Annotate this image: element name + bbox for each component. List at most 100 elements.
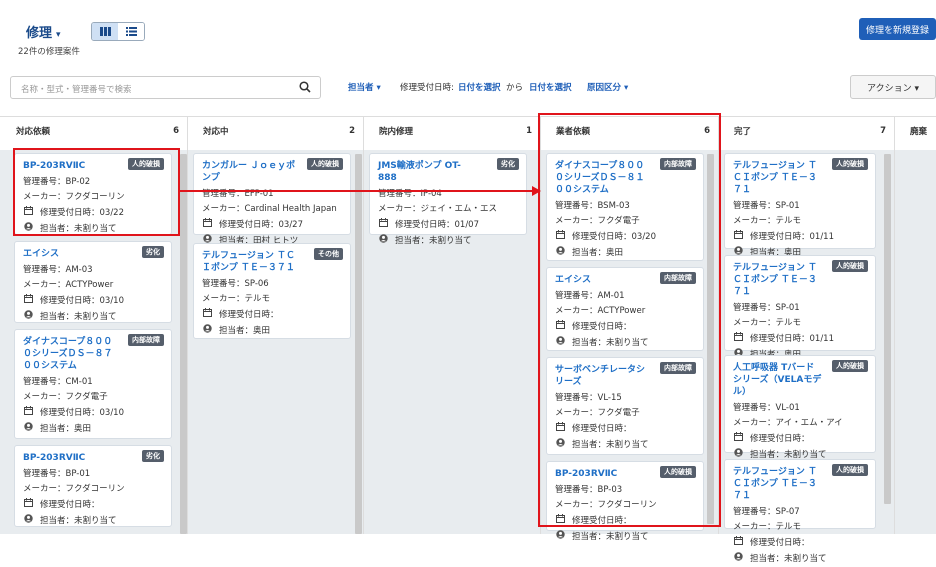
- card-maker: メーカー：フクダコーリン: [23, 484, 125, 494]
- repair-card[interactable]: エイシス 劣化 管理番号：AM-03 メーカー：ACTYPower 修理受付日時：03/…: [14, 241, 172, 323]
- column-count: 6: [173, 126, 179, 136]
- new-repair-button[interactable]: 修理を新規登録: [859, 18, 936, 40]
- column-title: 完了: [734, 127, 752, 137]
- user-icon: [555, 529, 566, 544]
- card-mgmt-number: 管理番号：CM-01: [23, 377, 93, 387]
- calendar-icon: [733, 229, 744, 244]
- action-button[interactable]: アクション ▾: [850, 75, 936, 99]
- cause-badge: 劣化: [142, 246, 164, 258]
- card-mgmt-number: 管理番号：VL-01: [733, 403, 800, 413]
- card-maker: メーカー：フクダ電子: [23, 392, 108, 402]
- card-mgmt-number: 管理番号：AM-03: [23, 265, 93, 275]
- column-body: [894, 150, 936, 534]
- repair-card[interactable]: テルフュージョン ＴＣＩポンプ ＴＥ－３７１ その他 管理番号：SP-06 メーカー：…: [193, 243, 351, 339]
- card-mgmt-number: 管理番号：BP-01: [23, 469, 91, 479]
- card-received-date: 修理受付日時：03/27: [219, 220, 303, 230]
- repair-card[interactable]: テルフュージョン ＴＣＩポンプ ＴＥ－３７１ 人的破損 管理番号：SP-01 メーカー…: [724, 255, 876, 360]
- assignee-filter[interactable]: 担当者 ▾: [348, 81, 381, 93]
- calendar-icon: [733, 331, 744, 346]
- card-received-row: 修理受付日時：03/27: [202, 217, 342, 233]
- card-received-row: 修理受付日時：01/07: [378, 217, 518, 233]
- column-completed: 完了 7 テルフュージョン ＴＣＩポンプ ＴＥ－３７１ 人的破損 管理番号：SP-01 メ…: [718, 117, 894, 564]
- search-input[interactable]: 名称・型式・管理番号で検索: [10, 76, 321, 99]
- calendar-icon: [23, 497, 34, 512]
- repair-card[interactable]: テルフュージョン ＴＣＩポンプ ＴＥ－３７１ 人的破損 管理番号：SP-07 メーカー…: [724, 459, 876, 564]
- card-received-date: 修理受付日時：03/10: [40, 296, 124, 306]
- repair-card[interactable]: BP-203RVⅡC 劣化 管理番号：BP-01 メーカー：フクダコーリン 修理受付日時…: [14, 445, 172, 527]
- column-count: 1: [526, 126, 532, 136]
- card-maker: メーカー：アイ・エム・アイ: [733, 418, 843, 428]
- user-icon: [202, 323, 213, 338]
- column-header: 対応依頼 6: [0, 117, 187, 145]
- card-received-row: 修理受付日時：03/10: [23, 405, 163, 421]
- page-title-dropdown[interactable]: 修理 ▾: [26, 22, 61, 41]
- highlight-source-card: [13, 148, 180, 236]
- column-count: 2: [349, 126, 355, 136]
- repair-card[interactable]: 人工呼吸器 Tバード シリーズ（VELAモデル） 人的破損 管理番号：VL-01 メー…: [724, 355, 876, 460]
- column-header: 廃棄: [894, 117, 936, 145]
- date-to-picker[interactable]: 日付を選択: [529, 81, 572, 93]
- card-assignee: 担当者：未割り当て: [395, 236, 472, 246]
- calendar-icon: [733, 535, 744, 550]
- column-count: 7: [880, 126, 886, 136]
- column-scrollbar[interactable]: [884, 154, 891, 504]
- cause-filter[interactable]: 原因区分 ▾: [587, 81, 628, 93]
- card-maker: メーカー：テルモ: [733, 318, 802, 328]
- card-received-date: 修理受付日時：: [40, 500, 100, 510]
- card-maker: メーカー：Cardinal Health Japan: [202, 204, 337, 214]
- repair-card[interactable]: ダイナスコープ８０００シリーズＤＳ－８７００システム 内部故障 管理番号：CM-01…: [14, 329, 172, 439]
- user-icon: [733, 551, 744, 566]
- card-maker: メーカー：テルモ: [202, 294, 271, 304]
- card-assignee: 担当者：未割り当て: [750, 554, 827, 564]
- cause-badge: 人的破損: [832, 464, 868, 476]
- list-view-icon[interactable]: [118, 23, 144, 40]
- card-mgmt-number: 管理番号：SP-06: [202, 279, 269, 289]
- card-received-date: 修理受付日時：01/11: [750, 232, 834, 242]
- card-received-row: 修理受付日時：01/11: [733, 229, 867, 245]
- cause-badge: 人的破損: [832, 260, 868, 272]
- calendar-icon: [202, 307, 213, 322]
- calendar-icon: [202, 217, 213, 232]
- column-title: 対応中: [203, 127, 229, 137]
- column-in-progress: 対応中 2 カンガルー Ｊｏｅｙポンプ 人的破損 管理番号：EFP-01 メーカー：Car…: [187, 117, 363, 534]
- view-toggle: [91, 22, 145, 41]
- card-received-row: 修理受付日時：: [202, 307, 342, 323]
- card-assignee: 担当者：未割り当て: [40, 516, 117, 526]
- cause-badge: 劣化: [497, 158, 519, 170]
- card-mgmt-number: 管理番号：SP-01: [733, 201, 800, 211]
- board-view-icon[interactable]: [92, 23, 118, 40]
- user-icon: [23, 309, 34, 324]
- cause-badge: 人的破損: [832, 360, 868, 372]
- card-maker: メーカー：テルモ: [733, 216, 802, 226]
- card-assignee-row: 担当者：奥田: [202, 323, 342, 339]
- card-assignee-row: 担当者：未割り当て: [555, 529, 695, 545]
- repair-card[interactable]: テルフュージョン ＴＣＩポンプ ＴＥ－３７１ 人的破損 管理番号：SP-01 メーカー…: [724, 153, 876, 258]
- card-received-row: 修理受付日時：: [733, 431, 867, 447]
- column-inhouse-repair: 院内修理 1 JMS輸液ポンプ OT-888 劣化 管理番号：IP-04 メーカー：ジェイ…: [363, 117, 540, 534]
- card-received-date: 修理受付日時：: [750, 434, 810, 444]
- column-header: 完了 7: [718, 117, 894, 145]
- search-icon[interactable]: [299, 81, 311, 96]
- case-count: 22件の修理案件: [18, 47, 80, 57]
- cause-badge: 人的破損: [307, 158, 343, 170]
- range-word: から: [506, 83, 524, 93]
- card-assignee: 担当者：奥田: [40, 424, 92, 434]
- column-scrollbar[interactable]: [180, 154, 187, 534]
- column-header: 院内修理 1: [363, 117, 540, 145]
- column-divider: [894, 117, 895, 534]
- card-mgmt-number: 管理番号：SP-01: [733, 303, 800, 313]
- card-received-date: 修理受付日時：: [219, 310, 279, 320]
- column-title: 院内修理: [379, 127, 414, 137]
- move-arrow: [180, 186, 541, 196]
- card-assignee-row: 担当者：未割り当て: [23, 309, 163, 325]
- column-divider: [363, 117, 364, 534]
- card-received-date: 修理受付日時：: [750, 538, 810, 548]
- user-icon: [23, 421, 34, 436]
- calendar-icon: [23, 293, 34, 308]
- column-scrollbar[interactable]: [355, 154, 362, 534]
- date-from-picker[interactable]: 日付を選択: [458, 81, 501, 93]
- highlight-target-column: [538, 113, 721, 527]
- card-received-row: 修理受付日時：01/11: [733, 331, 867, 347]
- filter-bar: 名称・型式・管理番号で検索 担当者 ▾ 修理受付日時: 日付を選択 から 日付を…: [0, 68, 936, 110]
- page-title: 修理: [26, 26, 53, 41]
